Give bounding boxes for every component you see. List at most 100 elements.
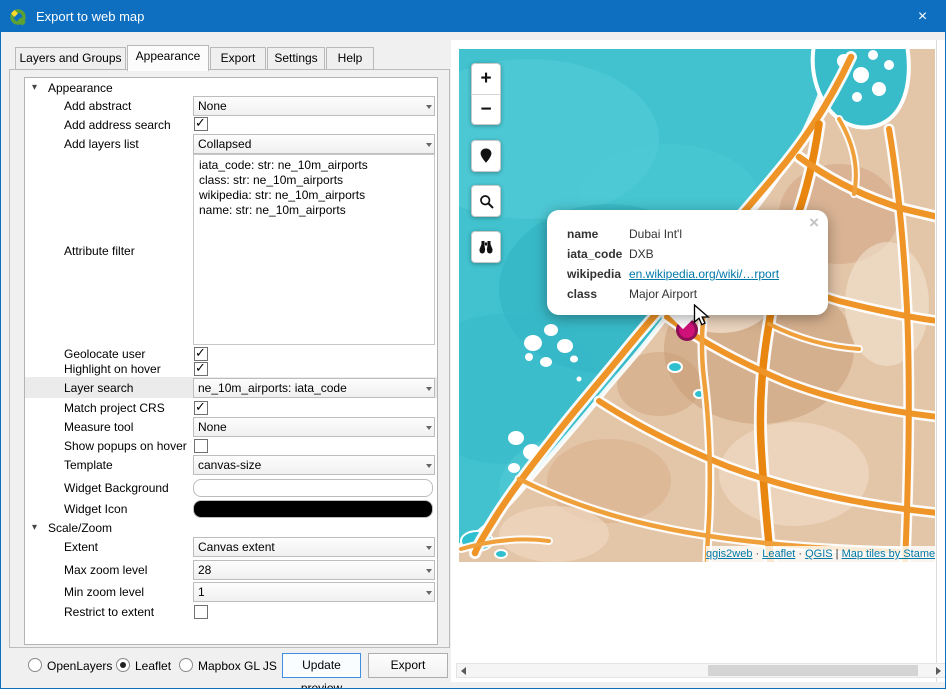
qgis-link[interactable]: QGIS [805, 548, 833, 560]
combo-max-zoom-level[interactable]: 28 [193, 560, 435, 580]
stamen-link[interactable]: Map tiles by Stame [842, 548, 935, 560]
tab-settings[interactable]: Settings [267, 47, 325, 70]
combo-measure-tool-value: None [198, 420, 227, 434]
combo-extent-value: Canvas extent [198, 540, 275, 554]
color-widget-background[interactable] [193, 479, 433, 497]
zoom-out-button[interactable]: − [471, 94, 501, 124]
chevron-down-icon [426, 546, 432, 550]
radio-mapbox-gl-js[interactable] [179, 658, 193, 672]
label-match-project-crs: Match project CRS [64, 398, 165, 418]
popup-field-value: DXB [629, 244, 654, 264]
chevron-down-icon [426, 105, 432, 109]
map-attribution: qgis2web · Leaflet · QGIS | Map tiles by… [706, 546, 935, 562]
attribution-separator: · [795, 548, 805, 560]
export-to-web-map-dialog: Export to web map × Layers and Groups Ap… [0, 0, 946, 689]
address-search-button[interactable] [471, 185, 501, 217]
combo-extent[interactable]: Canvas extent [193, 537, 435, 557]
tab-layers-and-groups[interactable]: Layers and Groups [15, 47, 126, 70]
collapse-arrow-icon[interactable]: ▾ [32, 518, 37, 538]
checkmark-icon: ✓ [195, 360, 206, 376]
attribute-filter-box[interactable]: iata_code: str: ne_10m_airports class: s… [193, 154, 435, 345]
label-openlayers[interactable]: OpenLayers [47, 656, 112, 676]
label-highlight-on-hover: Highlight on hover [64, 359, 161, 379]
checkbox-highlight-on-hover[interactable]: ✓ [194, 362, 208, 376]
popup-row: wikipedia en.wikipedia.org/wiki/…rport [567, 264, 810, 284]
popup-field-label: wikipedia [567, 264, 629, 284]
titlebar[interactable]: Export to web map × [1, 1, 945, 32]
collapse-arrow-icon[interactable]: ▾ [32, 78, 37, 98]
tab-help[interactable]: Help [326, 47, 374, 70]
scroll-right-icon[interactable] [936, 667, 941, 675]
label-measure-tool: Measure tool [64, 417, 133, 437]
chevron-down-icon [426, 426, 432, 430]
popup-field-value: Major Airport [629, 284, 697, 304]
chevron-down-icon [426, 569, 432, 573]
label-extent: Extent [64, 537, 98, 557]
checkbox-geolocate-user[interactable]: ✓ [194, 347, 208, 361]
checkbox-restrict-to-extent[interactable]: ✓ [194, 605, 208, 619]
tab-export[interactable]: Export [210, 47, 266, 70]
scroll-left-icon[interactable] [461, 667, 466, 675]
popup-field-value: Dubai Int'l [629, 224, 682, 244]
label-mapbox-gl-js[interactable]: Mapbox GL JS [198, 656, 277, 676]
popup-close-icon[interactable]: × [809, 213, 819, 233]
combo-layer-search[interactable]: ne_10m_airports: iata_code [193, 378, 435, 398]
radio-openlayers[interactable] [28, 658, 42, 672]
combo-add-layers-list[interactable]: Collapsed [193, 134, 435, 154]
combo-add-abstract[interactable]: None [193, 96, 435, 116]
zoom-in-button[interactable]: + [471, 64, 501, 94]
close-icon[interactable]: × [900, 1, 945, 32]
vertical-scrollbar[interactable] [936, 40, 946, 682]
combo-measure-tool[interactable]: None [193, 417, 435, 437]
chevron-down-icon [426, 464, 432, 468]
checkbox-add-address-search[interactable]: ✓ [194, 117, 208, 131]
label-layer-search: Layer search [64, 378, 133, 398]
horizontal-scrollbar[interactable] [456, 663, 946, 678]
feature-popup: × name Dubai Int'l iata_code DXB wikiped… [547, 210, 828, 315]
layer-search-button[interactable] [471, 231, 501, 263]
label-widget-background: Widget Background [64, 478, 169, 498]
radio-leaflet[interactable] [116, 658, 130, 672]
chevron-down-icon [426, 143, 432, 147]
chevron-down-icon [426, 387, 432, 391]
geolocate-button[interactable] [471, 140, 501, 172]
checkmark-icon: ✓ [195, 115, 206, 131]
leaflet-link[interactable]: Leaflet [762, 548, 795, 560]
checkbox-show-popups-on-hover[interactable]: ✓ [194, 439, 208, 453]
wikipedia-link[interactable]: en.wikipedia.org/wiki/…rport [629, 264, 779, 284]
combo-template[interactable]: canvas-size [193, 455, 435, 475]
label-max-zoom-level: Max zoom level [64, 560, 147, 580]
combo-min-zoom-level-value: 1 [198, 585, 205, 599]
combo-max-zoom-level-value: 28 [198, 563, 211, 577]
qgis-icon [9, 8, 27, 26]
checkbox-match-project-crs[interactable]: ✓ [194, 401, 208, 415]
export-button[interactable]: Export [368, 653, 448, 678]
binoculars-icon [477, 239, 495, 255]
label-add-abstract: Add abstract [64, 96, 131, 116]
combo-template-value: canvas-size [198, 458, 261, 472]
label-show-popups-on-hover: Show popups on hover [64, 436, 187, 456]
group-scale-zoom: Scale/Zoom [48, 518, 112, 538]
label-restrict-to-extent: Restrict to extent [64, 602, 154, 622]
popup-row: iata_code DXB [567, 244, 810, 264]
attribution-separator: · [752, 548, 762, 560]
zoom-control: + − [471, 63, 501, 125]
label-attribute-filter: Attribute filter [64, 241, 135, 261]
update-preview-button[interactable]: Update preview [282, 653, 361, 678]
popup-row: name Dubai Int'l [567, 224, 810, 244]
combo-min-zoom-level[interactable]: 1 [193, 582, 435, 602]
label-leaflet[interactable]: Leaflet [135, 656, 171, 676]
group-appearance: Appearance [48, 78, 113, 98]
radio-dot [120, 662, 126, 668]
mouse-cursor [693, 304, 713, 328]
label-min-zoom-level: Min zoom level [64, 582, 144, 602]
label-add-address-search: Add address search [64, 115, 171, 135]
popup-field-label: name [567, 224, 629, 244]
color-widget-icon[interactable] [193, 500, 433, 518]
map-pin-icon [477, 146, 495, 166]
scrollbar-thumb[interactable] [708, 665, 918, 676]
tab-appearance[interactable]: Appearance [127, 45, 209, 71]
label-widget-icon: Widget Icon [64, 499, 127, 519]
qgis2web-link[interactable]: qgis2web [706, 548, 752, 560]
combo-add-abstract-value: None [198, 99, 227, 113]
